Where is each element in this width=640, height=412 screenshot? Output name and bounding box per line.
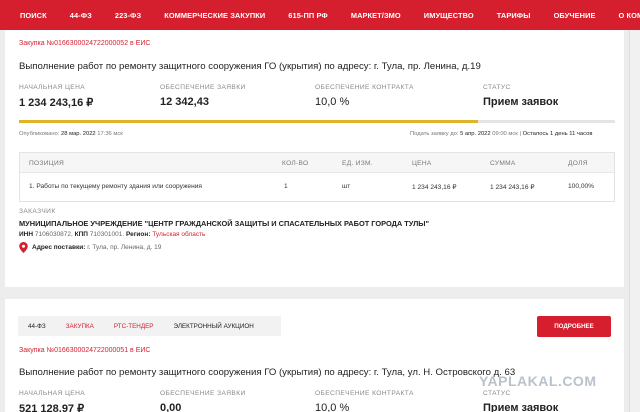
status-value: Прием заявок bbox=[483, 96, 559, 108]
td-quantity: 1 bbox=[284, 183, 288, 190]
top-nav: ПОИСК 44-ФЗ 223-ФЗ КОММЕРЧЕСКИЕ ЗАКУПКИ … bbox=[0, 0, 640, 30]
published-info: Опубликовано: 28 мар. 2022 17:36 мск bbox=[19, 131, 123, 137]
price-value: 1 234 243,16 ₽ bbox=[19, 97, 94, 109]
td-sum: 1 234 243,16 ₽ bbox=[490, 184, 535, 191]
time-remaining: Осталось 1 день 11 часов bbox=[522, 131, 593, 137]
nav-item-615pp[interactable]: 615-ПП РФ bbox=[288, 11, 328, 20]
region-value: Тульская область bbox=[152, 231, 206, 238]
watermark: YAPLAKAL.COM bbox=[479, 373, 597, 389]
nav-item-search[interactable]: ПОИСК bbox=[20, 11, 47, 20]
kpp-label: КПП bbox=[74, 231, 88, 238]
page-scrollbar[interactable] bbox=[629, 30, 640, 412]
nav-item-commercial[interactable]: КОММЕРЧЕСКИЕ ЗАКУПКИ bbox=[164, 11, 265, 20]
address-label: Адрес поставки: bbox=[32, 244, 86, 251]
nav-item-property[interactable]: ИМУЩЕСТВО bbox=[424, 11, 474, 20]
th-price: ЦЕНА bbox=[412, 160, 432, 167]
registry-link[interactable]: Закупка №0166300024722000051 в ЕИС bbox=[19, 347, 150, 354]
nav-item-44fz[interactable]: 44-ФЗ bbox=[70, 11, 92, 20]
nav-item-training[interactable]: ОБУЧЕНИЕ bbox=[554, 11, 596, 20]
region-label: Регион: bbox=[125, 231, 151, 238]
td-price: 1 234 243,16 ₽ bbox=[412, 184, 457, 191]
deadline-time: 09:00 мск bbox=[492, 131, 518, 137]
price-value: 521 128,97 ₽ bbox=[19, 403, 85, 412]
tender-title[interactable]: Выполнение работ по ремонту защитного со… bbox=[19, 367, 515, 378]
deadline-progress-bar bbox=[19, 120, 615, 123]
nav-item-about[interactable]: О КОМПАНИИ bbox=[619, 11, 640, 20]
deadline-label: Подать заявку до: bbox=[410, 131, 459, 137]
tender-title[interactable]: Выполнение работ по ремонту защитного со… bbox=[19, 61, 481, 72]
tag-44fz[interactable]: 44-ФЗ bbox=[18, 323, 56, 330]
contract-security-label: ОБЕСПЕЧЕНИЕ КОНТРАКТА bbox=[315, 390, 414, 397]
nav-item-223fz[interactable]: 223-ФЗ bbox=[115, 11, 141, 20]
contract-security-value: 10,0 % bbox=[315, 96, 350, 108]
kpp-value: 710301001. bbox=[89, 231, 125, 238]
customer-details: ИНН 7106030872, КПП 710301001. Регион: Т… bbox=[19, 231, 205, 238]
published-date: 28 мар. 2022 bbox=[61, 131, 96, 137]
th-share: ДОЛЯ bbox=[568, 160, 588, 167]
tender-card-1: Закупка №0166300024722000052 в ЕИС Выпол… bbox=[5, 30, 624, 287]
status-label: СТАТУС bbox=[483, 84, 511, 91]
inn-value: 7106030872, bbox=[34, 231, 73, 238]
location-pin-icon bbox=[19, 242, 28, 253]
positions-table: ПОЗИЦИЯ КОЛ-ВО ЕД. ИЗМ. ЦЕНА СУММА ДОЛЯ … bbox=[19, 152, 615, 202]
table-header bbox=[20, 153, 614, 173]
price-label: НАЧАЛЬНАЯ ЦЕНА bbox=[19, 84, 86, 91]
th-quantity: КОЛ-ВО bbox=[282, 160, 309, 167]
nav-item-tariffs[interactable]: ТАРИФЫ bbox=[497, 11, 531, 20]
deadline-info: Подать заявку до: 5 апр. 2022 09:00 мск … bbox=[410, 131, 592, 137]
deadline-progress-fill bbox=[19, 120, 478, 123]
details-button[interactable]: ПОДРОБНЕЕ bbox=[537, 316, 611, 337]
bid-security-value: 0,00 bbox=[160, 402, 182, 412]
published-label: Опубликовано: bbox=[19, 131, 60, 137]
deadline-separator: | bbox=[519, 131, 521, 137]
tag-purchase[interactable]: ЗАКУПКА bbox=[56, 323, 104, 330]
tender-tags: 44-ФЗ ЗАКУПКА РТС-ТЕНДЕР ЭЛЕКТРОННЫЙ АУК… bbox=[18, 316, 281, 336]
bid-security-label: ОБЕСПЕЧЕНИЕ ЗАЯВКИ bbox=[160, 390, 246, 397]
deadline-date: 5 апр. 2022 bbox=[460, 131, 491, 137]
bid-security-value: 12 342,43 bbox=[160, 96, 209, 108]
tag-electronic-auction[interactable]: ЭЛЕКТРОННЫЙ АУКЦИОН bbox=[164, 323, 264, 330]
published-time: 17:36 мск bbox=[97, 131, 123, 137]
price-label: НАЧАЛЬНАЯ ЦЕНА bbox=[19, 390, 86, 397]
th-unit: ЕД. ИЗМ. bbox=[342, 160, 373, 167]
registry-link[interactable]: Закупка №0166300024722000052 в ЕИС bbox=[19, 40, 150, 47]
customer-name[interactable]: МУНИЦИПАЛЬНОЕ УЧРЕЖДЕНИЕ "ЦЕНТР ГРАЖДАНС… bbox=[19, 219, 429, 228]
nav-item-market[interactable]: МАРКЕТ/ЗМО bbox=[351, 11, 401, 20]
inn-label: ИНН bbox=[19, 231, 34, 238]
bid-security-label: ОБЕСПЕЧЕНИЕ ЗАЯВКИ bbox=[160, 84, 246, 91]
contract-security-value: 10,0 % bbox=[315, 402, 350, 412]
th-sum: СУММА bbox=[490, 160, 516, 167]
tag-rts-tender[interactable]: РТС-ТЕНДЕР bbox=[104, 323, 164, 330]
status-value: Прием заявок bbox=[483, 402, 559, 412]
status-label: СТАТУС bbox=[483, 390, 511, 397]
delivery-address: Адрес поставки: г. Тула, пр. Ленина, д. … bbox=[32, 244, 161, 251]
tender-card-2: 44-ФЗ ЗАКУПКА РТС-ТЕНДЕР ЭЛЕКТРОННЫЙ АУК… bbox=[5, 299, 624, 412]
customer-label: ЗАКАЗЧИК bbox=[19, 208, 56, 215]
address-value: г. Тула, пр. Ленина, д. 19 bbox=[87, 244, 162, 251]
td-unit: шт bbox=[342, 183, 351, 190]
th-position: ПОЗИЦИЯ bbox=[29, 160, 65, 167]
td-position: 1. Работы по текущему ремонту здания или… bbox=[29, 183, 202, 190]
contract-security-label: ОБЕСПЕЧЕНИЕ КОНТРАКТА bbox=[315, 84, 414, 91]
td-share: 100,00% bbox=[568, 183, 595, 190]
